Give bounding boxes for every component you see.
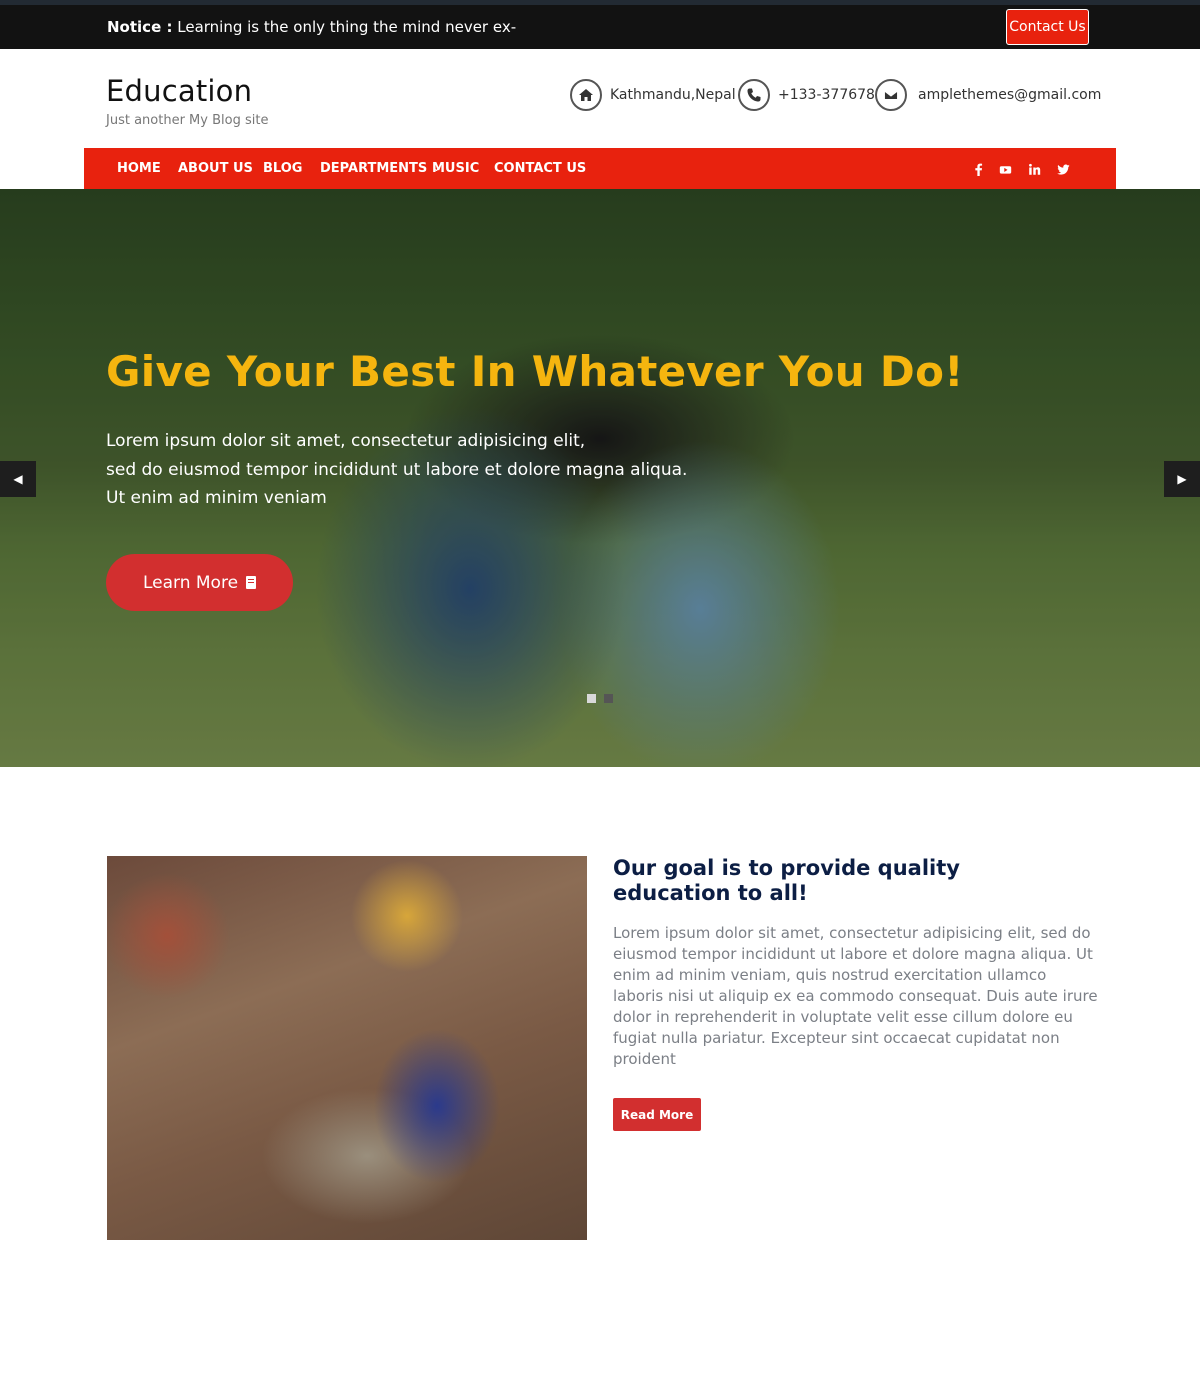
hero-text-line: Lorem ipsum dolor sit amet, consectetur … [106,431,586,451]
next-slide-button[interactable]: ▶ [1164,461,1200,497]
hero-text-line: sed do eiusmod tempor incididunt ut labo… [106,459,688,480]
facebook-icon[interactable] [969,160,987,178]
site-title[interactable]: Education [106,74,252,108]
book-icon [246,576,257,589]
hero-title: Give Your Best In Whatever You Do! [106,347,964,396]
location-info: Kathmandu,Nepal [570,79,736,111]
slide-dot-active[interactable] [587,694,596,703]
learn-more-button[interactable]: Learn More [106,554,293,611]
site-tagline: Just another My Blog site [106,113,269,128]
hero-text: Lorem ipsum dolor sit amet, consectetur … [106,427,687,513]
nav-item-contact-us[interactable]: CONTACT US [494,148,586,189]
email-text: amplethemes@gmail.com [918,87,1102,103]
location-text: Kathmandu,Nepal [610,87,736,103]
hero-text-line: Ut enim ad minim veniam [106,488,327,508]
prev-slide-button[interactable]: ◀ [0,461,36,497]
contact-us-button[interactable]: Contact Us [1006,9,1089,45]
linkedin-icon[interactable] [1025,160,1043,178]
youtube-icon[interactable] [996,160,1014,178]
home-icon [570,79,602,111]
students-photo [107,856,587,1240]
nav-item-departments-label: DEPARTMENTS [320,161,428,176]
read-more-button[interactable]: Read More [613,1098,701,1131]
notice-bar: Notice : Learning is the only thing the … [0,0,1200,49]
learn-more-label: Learn More [142,572,239,593]
main-nav: HOME ABOUT US BLOG DEPARTMENTS ⌄ MUSIC CO… [84,148,1116,189]
notice-label: Notice : [107,18,173,36]
nav-item-departments[interactable]: DEPARTMENTS ⌄ [320,148,441,189]
twitter-icon[interactable] [1054,160,1072,178]
nav-item-blog[interactable]: BLOG [263,148,302,189]
about-body: Lorem ipsum dolor sit amet, consectetur … [613,924,1098,1068]
notice-text: Learning is the only thing the mind neve… [177,18,517,36]
slide-dot[interactable] [604,694,613,703]
nav-item-home[interactable]: HOME [117,148,161,189]
notice: Notice : Learning is the only thing the … [107,18,516,36]
phone-icon [738,79,770,111]
phone-info: +133-377678 [738,79,875,111]
nav-item-about-us[interactable]: ABOUT US [178,148,253,189]
envelope-icon [875,79,907,111]
phone-text: +133-377678 [778,87,875,103]
nav-item-music[interactable]: MUSIC [432,148,479,189]
hero-slider: Give Your Best In Whatever You Do! Lorem… [0,189,1200,767]
email-info: amplethemes@gmail.com [875,79,1101,111]
about-title: Our goal is to provide quality education… [613,856,960,905]
